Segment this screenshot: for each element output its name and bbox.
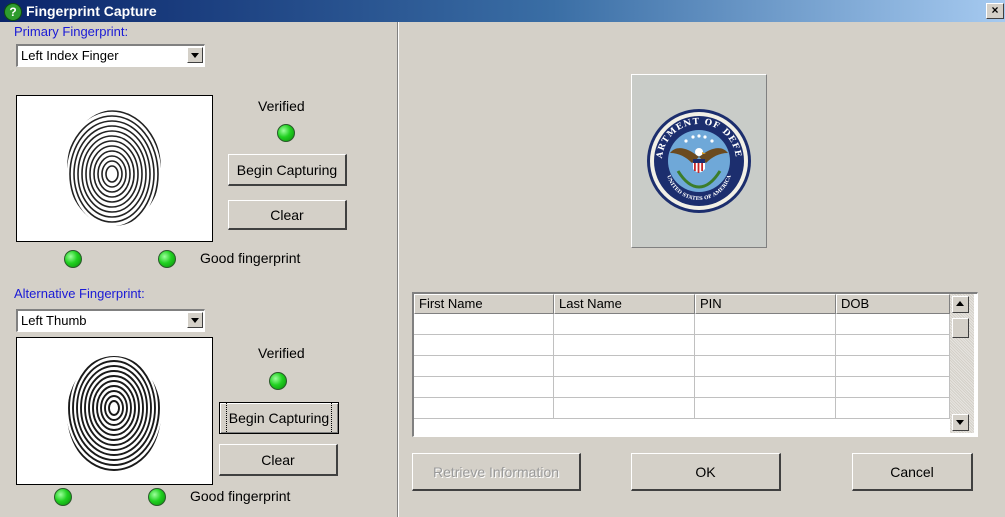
table-row[interactable] <box>414 398 950 419</box>
table-cell[interactable] <box>695 335 836 356</box>
table-cell[interactable] <box>414 398 554 419</box>
primary-quality-label: Good fingerprint <box>200 250 301 266</box>
table-cell[interactable] <box>836 314 950 335</box>
column-header-pin[interactable]: PIN <box>695 294 836 314</box>
table-cell[interactable] <box>836 377 950 398</box>
table-cell[interactable] <box>836 398 950 419</box>
primary-quality-indicator-2 <box>158 250 176 268</box>
table-cell[interactable] <box>554 356 695 377</box>
chevron-down-icon[interactable] <box>187 47 203 63</box>
table-cell[interactable] <box>554 335 695 356</box>
cancel-button[interactable]: Cancel <box>852 453 973 491</box>
retrieve-information-button[interactable]: Retrieve Information <box>412 453 581 491</box>
help-icon[interactable]: ? <box>4 3 22 21</box>
chevron-down-icon[interactable] <box>187 312 203 328</box>
table-cell[interactable] <box>836 335 950 356</box>
alternative-quality-indicator-1 <box>54 488 72 506</box>
close-icon[interactable]: × <box>986 3 1004 19</box>
table-cell[interactable] <box>414 356 554 377</box>
primary-verified-label: Verified <box>258 98 305 114</box>
alternative-finger-select[interactable]: Left Thumb <box>16 309 205 332</box>
table-row[interactable] <box>414 314 950 335</box>
table-cell[interactable] <box>695 398 836 419</box>
table-cell[interactable] <box>695 356 836 377</box>
results-grid[interactable]: First Name Last Name PIN DOB <box>412 292 978 437</box>
dod-seal-image: DEPARTMENT OF DEFENSE UNITED STATES OF A… <box>628 68 751 213</box>
window-title: Fingerprint Capture <box>26 3 157 19</box>
scrollbar-thumb[interactable] <box>952 318 969 338</box>
table-cell[interactable] <box>836 356 950 377</box>
table-cell[interactable] <box>414 377 554 398</box>
column-header-dob[interactable]: DOB <box>836 294 950 314</box>
primary-quality-indicator-1 <box>64 250 82 268</box>
primary-finger-select[interactable]: Left Index Finger <box>16 44 205 67</box>
panel-divider <box>397 22 399 517</box>
table-cell[interactable] <box>554 314 695 335</box>
alternative-verified-label: Verified <box>258 345 305 361</box>
alternative-begin-capturing-button[interactable]: Begin Capturing <box>219 402 339 434</box>
dod-logo-frame: DEPARTMENT OF DEFENSE UNITED STATES OF A… <box>628 68 767 248</box>
column-header-last-name[interactable]: Last Name <box>554 294 695 314</box>
alternative-quality-indicator-2 <box>148 488 166 506</box>
primary-fingerprint-label: Primary Fingerprint: <box>14 24 129 39</box>
title-bar: ? Fingerprint Capture × <box>0 0 1005 22</box>
table-row[interactable] <box>414 356 950 377</box>
primary-begin-capturing-button[interactable]: Begin Capturing <box>228 154 347 186</box>
grid-vertical-scrollbar[interactable] <box>950 294 974 433</box>
column-header-first-name[interactable]: First Name <box>414 294 554 314</box>
scroll-down-icon[interactable] <box>952 414 969 431</box>
table-row[interactable] <box>414 335 950 356</box>
primary-clear-button[interactable]: Clear <box>228 200 347 230</box>
primary-finger-value: Left Index Finger <box>21 48 119 63</box>
alternative-finger-value: Left Thumb <box>21 313 87 328</box>
table-cell[interactable] <box>554 398 695 419</box>
alternative-quality-label: Good fingerprint <box>190 488 291 504</box>
alternative-fingerprint-label: Alternative Fingerprint: <box>14 286 145 301</box>
primary-verified-indicator <box>277 124 295 142</box>
alternative-fingerprint-image <box>16 337 213 485</box>
table-cell[interactable] <box>695 377 836 398</box>
table-cell[interactable] <box>414 335 554 356</box>
alternative-clear-button[interactable]: Clear <box>219 444 338 476</box>
table-cell[interactable] <box>414 314 554 335</box>
scroll-up-icon[interactable] <box>952 296 969 313</box>
primary-fingerprint-image <box>16 95 213 242</box>
table-cell[interactable] <box>695 314 836 335</box>
table-row[interactable] <box>414 377 950 398</box>
ok-button[interactable]: OK <box>631 453 781 491</box>
alternative-verified-indicator <box>269 372 287 390</box>
table-cell[interactable] <box>554 377 695 398</box>
